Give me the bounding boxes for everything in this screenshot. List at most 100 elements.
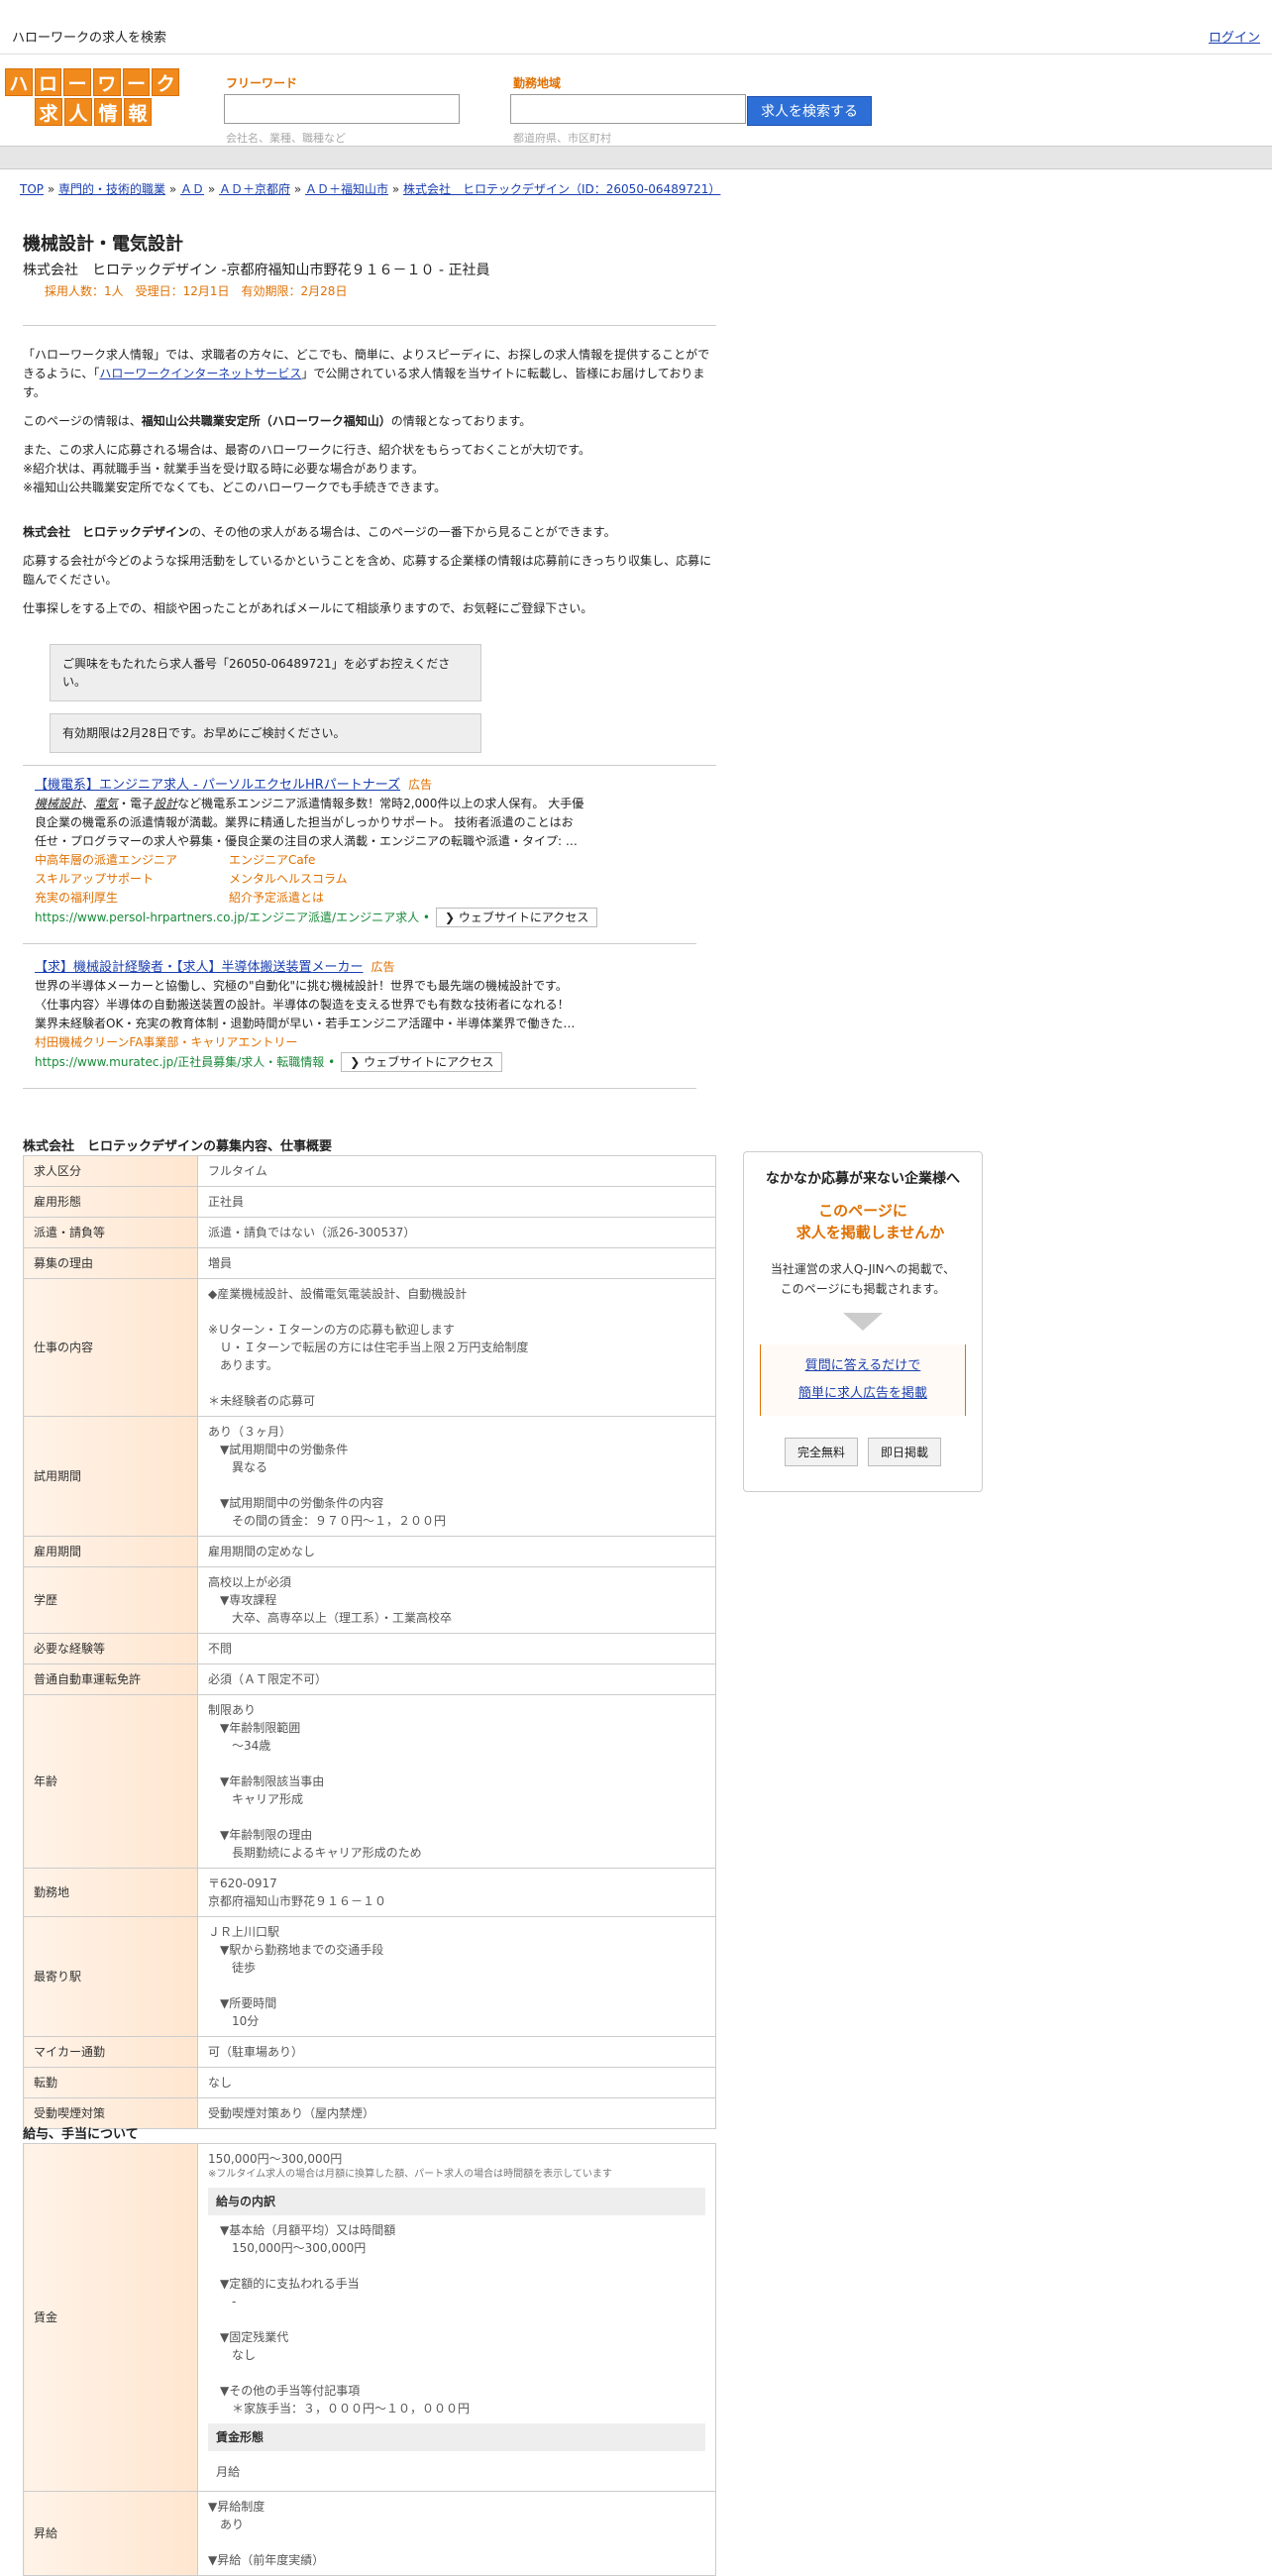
value-line: [208, 2533, 705, 2551]
breakdown-header: 給与の内訳: [208, 2188, 705, 2215]
ad-title-link[interactable]: 【機電系】エンジニア求人 - パーソルエクセルHRパートナーズ: [35, 778, 400, 793]
breadcrumb-item[interactable]: ＡＤ: [180, 182, 204, 196]
ad-sitelink[interactable]: 中高年層の派遣エンジニア: [35, 851, 229, 870]
hellowork-internet-link[interactable]: ハローワークインターネットサービス: [99, 367, 301, 380]
value-line: 150,000円〜300,000円: [220, 2241, 367, 2255]
logo-letter: 求: [35, 98, 62, 126]
value-line: ▼昇給制度: [208, 2500, 265, 2514]
header: ハローワーク 求人情報 フリーワード 会社名、業種、職種など 勤務地域 都道府県…: [0, 54, 1272, 146]
search-button[interactable]: 求人を検索する: [747, 96, 872, 126]
sidebar-catch-line: このページに: [818, 1202, 907, 1220]
row-value: あり（３ヶ月） ▼試用期間中の労働条件 異なる ▼試用期間中の労働条件の内容 そ…: [197, 1416, 716, 1537]
advice-paragraph: 応募する会社が今どのような採用活動をしているかということを含め、応募する企業様の…: [23, 554, 712, 587]
value-line: [208, 1303, 705, 1321]
keyword-input[interactable]: [224, 94, 460, 124]
consult-paragraph: 仕事探しをする上での、相談や困ったことがあればメールにて相談承りますので、お気軽…: [23, 601, 593, 615]
value-line: 〒620-0917: [208, 1877, 277, 1890]
referral-text: また、この求人に応募される場合は、最寄のハローワークに行き、紹介状をもらっておく…: [23, 443, 591, 457]
breadcrumb-item[interactable]: ＡＤ＋京都府: [219, 182, 290, 196]
ad-sponsor[interactable]: 村田機械クリーンFA事業部・キャリアエントリー: [35, 1033, 716, 1052]
login-link[interactable]: ログイン: [1209, 27, 1260, 46]
logo-letter: ク: [152, 68, 180, 96]
ad-text: ・電子: [118, 797, 155, 810]
ad-sitelinks: 中高年層の派遣エンジニア エンジニアCafe スキルアップサポート メンタルヘル…: [35, 851, 716, 908]
value-line: ▼年齢制限範囲: [208, 1721, 301, 1735]
row-header: 派遣・請負等: [23, 1217, 198, 1248]
value-line: なし: [208, 2076, 233, 2090]
sidebar-link[interactable]: 質問に答えるだけで: [805, 1358, 921, 1373]
row-value: 可（駐車場あり）: [197, 2036, 716, 2068]
same-day-button[interactable]: 即日掲載: [868, 1438, 942, 1466]
value-line: ▼その他の手当等付記事項: [220, 2384, 361, 2398]
row-value: 制限あり ▼年齢制限範囲 ～34歳 ▼年齢制限該当事由 キャリア形成 ▼年齢制限…: [197, 1694, 716, 1869]
row-value: 正社員: [197, 1186, 716, 1218]
row-header: 年齢: [23, 1694, 198, 1869]
row-header: 試用期間: [23, 1416, 198, 1537]
visit-website-button[interactable]: ❯ ウェブサイトにアクセス: [436, 908, 598, 927]
ad-title-link[interactable]: 【求】機械設計経験者・【求人】半導体搬送装置メーカー: [35, 960, 364, 975]
row-header: マイカー通勤: [23, 2036, 198, 2068]
value-line: [208, 1808, 705, 1826]
logo-letter: ロ: [34, 68, 62, 96]
ad-sitelink[interactable]: スキルアップサポート: [35, 870, 229, 889]
row-header: 賃金: [23, 2143, 198, 2492]
site-logo[interactable]: ハローワーク 求人情報: [5, 68, 180, 126]
value-line: ◆産業機械設計、設備電気電装設計、自動機設計: [208, 1287, 468, 1301]
value-line: ▼所要時間: [208, 1996, 277, 2010]
sidebar-link[interactable]: 簡単に求人広告を掲載: [798, 1386, 927, 1401]
ad-body: 機械設計、電気・電子設計など機電系エンジニア派遣情報多数！常時2,000件以上の…: [35, 795, 716, 813]
value-line: 長期勤続によるキャリア形成のため: [208, 1846, 422, 1860]
wage-range: 150,000円〜300,000円: [208, 2152, 343, 2166]
ad-sitelink[interactable]: エンジニアCafe: [229, 851, 427, 870]
free-button[interactable]: 完全無料: [784, 1438, 858, 1466]
row-value: 高校以上が必須 ▼専攻課程 大卒、高専卒以上（理工系）・工業高校卒: [197, 1566, 716, 1634]
value-line: ▼固定残業代: [220, 2330, 289, 2344]
salary-section-title: 給与、手当について: [23, 2127, 139, 2142]
row-header: 勤務地: [23, 1868, 198, 1917]
value-line: [220, 2310, 705, 2328]
breadcrumb-item[interactable]: 株式会社 ヒロテックデザイン（ID：26050-06489721）: [403, 182, 720, 196]
table-row: 最寄り駅 ＪＲ上川口駅 ▼駅から勤務地までの交通手段 徒歩 ▼所要時間 10分: [23, 1916, 716, 2037]
sidebar-desc: 当社運営の求人Q-JINへの掲載で、 このページにも掲載されます。: [744, 1259, 982, 1299]
logo-letter: ー: [63, 68, 92, 96]
breadcrumb-item[interactable]: TOP: [20, 182, 44, 196]
value-line: 10分: [208, 2014, 260, 2028]
logo-letter: 人: [64, 98, 92, 126]
value-line: ▼年齢制限の理由: [208, 1828, 313, 1842]
visit-website-button[interactable]: ❯ ウェブサイトにアクセス: [341, 1052, 503, 1072]
table-row: マイカー通勤 可（駐車場あり）: [23, 2036, 716, 2068]
area-input[interactable]: [510, 94, 746, 124]
value-line: 雇用期間の定めなし: [208, 1545, 316, 1558]
breadcrumb-item[interactable]: 専門的・技術的職業: [58, 182, 165, 196]
area-label: 勤務地域: [513, 76, 562, 90]
breadcrumb: TOP » 専門的・技術的職業 » ＡＤ » ＡＤ＋京都府 » ＡＤ＋福知山市 …: [20, 180, 720, 197]
value-line: ▼専攻課程: [208, 1593, 277, 1607]
breadcrumb-item[interactable]: ＡＤ＋福知山市: [305, 182, 388, 196]
other-jobs-text: の、その他の求人がある場合は、このページの一番下から見ることができます。: [189, 525, 616, 539]
ad-sitelink[interactable]: 充実の福利厚生: [35, 889, 229, 908]
referral-note: ※紹介状は、再就職手当・就業手当を受け取る時に必要な場合があります。: [23, 462, 424, 476]
value-line: 正社員: [208, 1195, 245, 1209]
header-divider: [0, 146, 1272, 169]
logo-letter: ワ: [93, 68, 121, 96]
ad-url[interactable]: https://www.muratec.jp/正社員募集/求人・転職情報: [35, 1055, 324, 1069]
ad-sitelink[interactable]: 紹介予定派遣とは: [229, 889, 427, 908]
ad-divider: [23, 1088, 696, 1089]
sidebar-links: 質問に答えるだけで 簡単に求人広告を掲載: [760, 1344, 966, 1416]
value-line: あり（３ヶ月）: [208, 1425, 292, 1439]
value-line: 制限あり: [208, 1703, 257, 1717]
row-value: ▼昇給制度 あり ▼昇給（前年度実績）: [197, 2491, 716, 2576]
ad-sitelink[interactable]: メンタルヘルスコラム: [229, 870, 427, 889]
ad-url[interactable]: https://www.persol-hrpartners.co.jp/エンジニ…: [35, 911, 419, 924]
job-meta: 採用人数：1人 受理日：12月1日 有効期限：2月28日: [45, 284, 348, 298]
table-row: 募集の理由 増員: [23, 1247, 716, 1279]
value-line: ▼定額的に支払われる手当: [220, 2277, 360, 2291]
row-value: 増員: [197, 1247, 716, 1279]
value-line: ＪＲ上川口駅: [208, 1925, 280, 1939]
sidebar-ad: なかなか応募が来ない企業様へ このページに 求人を掲載しませんか 当社運営の求人…: [743, 1151, 983, 1492]
row-header: 求人区分: [23, 1155, 198, 1187]
company-name: 株式会社 ヒロテックデザイン: [23, 525, 190, 539]
value-line: ～34歳: [208, 1739, 271, 1753]
row-header: 雇用形態: [23, 1186, 198, 1218]
details-section-title: 株式会社 ヒロテックデザインの募集内容、仕事概要: [23, 1139, 333, 1154]
